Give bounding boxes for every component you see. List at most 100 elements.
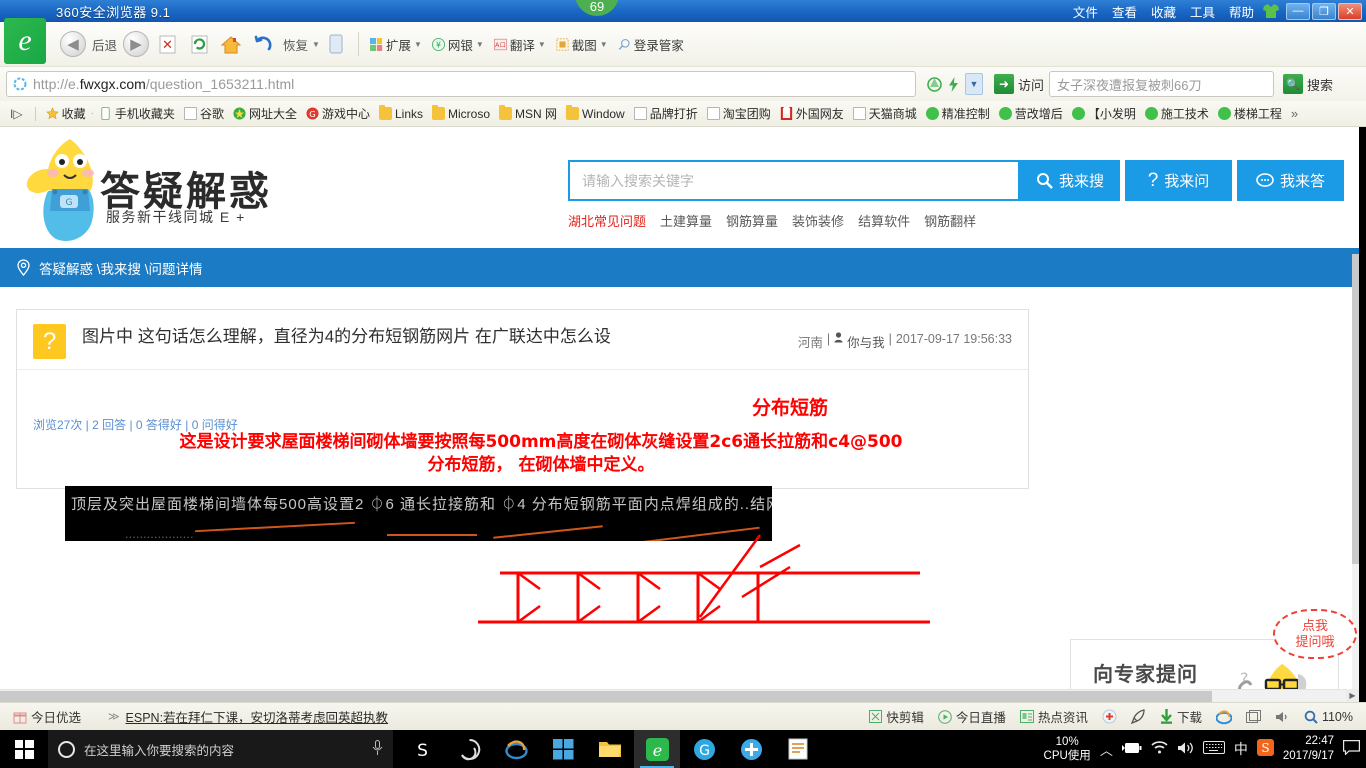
menu-file[interactable]: 文件 [1073,2,1098,21]
toolbar-translate[interactable]: Aロ 翻译 ▼ [493,35,546,54]
toolbar-extensions[interactable]: 扩展 ▼ [369,35,422,54]
tray-expand-chevron-up-icon[interactable]: ︿ [1100,740,1113,759]
status-quick-edit[interactable]: 快剪辑 [862,707,931,726]
skin-shirt-icon[interactable] [1262,3,1280,19]
action-center-icon[interactable] [1343,740,1360,758]
bookmark-item-mobile[interactable]: 手机收藏夹 [95,103,179,124]
taskbar-search-input[interactable]: 在这里输入你要搜索的内容 [48,730,393,768]
tag-rebar[interactable]: 钢筋算量 [726,211,778,230]
bookmark-item-tax[interactable]: 营改增后 [995,103,1067,124]
toolbar-bank[interactable]: ¥ 网银 ▼ [431,35,484,54]
question-attachment-image[interactable]: 顶层及突出屋面楼梯间墙体每500高设置2 ⏀6 通长拉接筋和 ⏀4 分布短钢筋平… [65,486,772,541]
maximize-button[interactable]: ❐ [1312,2,1336,20]
tag-civil[interactable]: 土建算量 [660,211,712,230]
go-button[interactable]: ➜ 访问 [994,74,1044,94]
menu-tools[interactable]: 工具 [1190,2,1215,21]
taskbar-clock[interactable]: 22:47 2017/9/17 [1283,734,1334,764]
address-dropdown-chevron-down-icon[interactable]: ▼ [965,73,983,95]
bookmarks-overflow-icon[interactable]: » [1291,106,1298,121]
tag-rebar-detail[interactable]: 钢筋翻样 [924,211,976,230]
status-news-link[interactable]: ESPN:若在拜仁下课，安切洛蒂考虑回英超执教 [126,707,389,726]
restore-chevron-down-icon[interactable]: ▼ [312,40,320,49]
bookmark-item-brand[interactable]: 品牌打折 [630,103,702,124]
volume-icon[interactable] [1177,741,1194,758]
bookmark-item-stairs[interactable]: 楼梯工程 [1214,103,1286,124]
tag-settlement[interactable]: 结算软件 [858,211,910,230]
minimize-button[interactable]: — [1286,2,1310,20]
back-button-icon[interactable]: ◀ [60,31,86,57]
status-live[interactable]: 今日直播 [931,707,1013,726]
bookmark-item-msn[interactable]: MSN 网 [495,103,561,124]
status-hot-news[interactable]: 热点资讯 [1013,707,1095,726]
start-button[interactable] [0,730,48,768]
bookmark-item-invention[interactable]: 【小发明 [1068,103,1140,124]
menu-view[interactable]: 查看 [1112,2,1137,21]
forward-button[interactable]: ▶ [123,31,150,57]
bookmark-item-window[interactable]: Window [562,105,629,123]
status-rocket-icon[interactable] [1124,709,1153,724]
taskbar-notepad-icon[interactable] [775,730,821,768]
sogou-ime-icon[interactable]: S [1256,739,1274,759]
toolbar-screenshot[interactable]: 截图 ▼ [556,35,608,54]
taskbar-explorer-icon[interactable] [587,730,633,768]
keyboard-icon[interactable] [1202,741,1225,757]
site-logo[interactable]: G 答疑解惑 服务新干线同城 E + [14,133,299,245]
reload-icon[interactable] [186,31,212,57]
status-ie-icon[interactable] [1209,709,1239,725]
taskbar-360browser-icon[interactable]: e [634,730,680,768]
status-zoom[interactable]: 110% [1297,710,1360,724]
ask-bubble[interactable]: 点我 提问哦 [1273,609,1357,659]
question-title[interactable]: 图片中 这句话怎么理解，直径为4的分布短钢筋网片 在广联达中怎么设 [82,324,692,359]
close-button[interactable]: ✕ [1338,2,1362,20]
microphone-icon[interactable] [372,739,383,759]
bookmark-item-construction[interactable]: 施工技术 [1141,103,1213,124]
home-icon[interactable] [218,31,244,57]
status-medical-icon[interactable] [1095,709,1124,724]
ime-mode-indicator[interactable]: 中 [1234,739,1248,759]
battery-icon[interactable] [1121,742,1142,757]
restore-label[interactable]: 恢复 [283,35,308,54]
taskbar-360safe-icon[interactable] [728,730,774,768]
restore-icon[interactable] [250,31,276,57]
vertical-scroll-thumb[interactable] [1352,254,1359,564]
taskbar-sogou-icon[interactable]: S [399,730,445,768]
site-search-input[interactable]: 请输入搜索关键字 [568,160,1020,201]
browser-search-button[interactable]: 🔍 搜索 [1283,74,1333,94]
bookmark-item-links[interactable]: Links [375,105,427,123]
cpu-usage-indicator[interactable]: 10% CPU使用 [1044,735,1091,764]
bookmark-item-tmall[interactable]: 天猫商城 [849,103,921,124]
url-input[interactable]: http://e.fwxgx.com/question_1653211.html [6,71,916,97]
bookmark-item-microso[interactable]: Microso [428,105,494,123]
taskbar-store-icon[interactable] [540,730,586,768]
wifi-icon[interactable] [1151,741,1168,757]
answer-question-button[interactable]: 我来答 [1237,160,1344,201]
tag-hubei[interactable]: 湖北常见问题 [568,211,646,230]
stop-icon[interactable]: ✕ [154,31,180,57]
scroll-right-arrow-icon[interactable]: ▶ [1346,689,1359,702]
toolbar-login-manager[interactable]: 登录管家 [618,35,684,54]
taskbar-spiral-icon[interactable] [446,730,492,768]
menu-help[interactable]: 帮助 [1229,2,1254,21]
tag-decoration[interactable]: 装饰装修 [792,211,844,230]
search-submit-button[interactable]: 我来搜 [1020,160,1120,201]
question-author[interactable]: 你与我 [847,332,885,351]
bookmark-item-games[interactable]: G 游戏中心 [302,103,374,124]
translate-chevron-down-icon[interactable]: ▼ [538,40,546,49]
bank-chevron-down-icon[interactable]: ▼ [476,40,484,49]
ask-question-button[interactable]: ? 我来问 [1125,160,1232,201]
browser-search-input[interactable]: 女子深夜遭报复被刺66刀 [1049,71,1275,97]
horizontal-scroll-thumb[interactable] [0,691,1212,702]
news-expand-chevron-icon[interactable]: ≫ [108,710,120,723]
bookmark-item-foreign[interactable]: 外国网友 [776,103,848,124]
page-horizontal-scrollbar[interactable]: ▶ [0,689,1359,702]
screenshot-chevron-down-icon[interactable]: ▼ [600,40,608,49]
taskbar-glodon-icon[interactable]: G [681,730,727,768]
status-today-pick[interactable]: 今日优选 [6,707,88,726]
status-download[interactable]: 下载 [1153,707,1209,726]
bookmark-item-hao123[interactable]: 网址大全 [229,103,301,124]
back-button-label[interactable]: 后退 [92,35,117,54]
extensions-chevron-down-icon[interactable]: ▼ [414,40,422,49]
bookmark-item-favorites[interactable]: 收藏 [42,103,90,124]
shutter-icon[interactable] [927,76,942,92]
status-window-icon[interactable] [1239,710,1268,723]
